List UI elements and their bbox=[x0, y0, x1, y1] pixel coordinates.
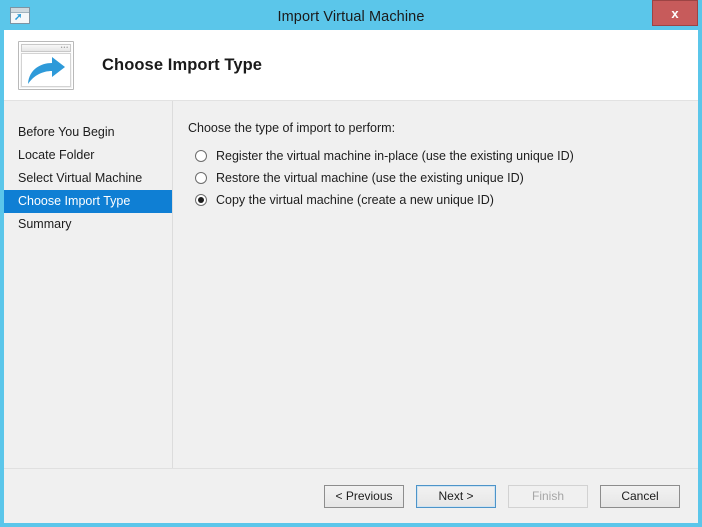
import-virtual-machine-dialog: ➚ Import Virtual Machine x ••• Choose Im… bbox=[0, 0, 702, 527]
import-arrow-window-icon: ••• bbox=[18, 40, 74, 90]
radio-label-copy: Copy the virtual machine (create a new u… bbox=[216, 193, 494, 207]
radio-option-copy[interactable]: Copy the virtual machine (create a new u… bbox=[188, 193, 698, 207]
radio-button-register-icon[interactable] bbox=[195, 150, 207, 162]
page-title: Choose Import Type bbox=[102, 55, 263, 74]
dialog-footer: < Previous Next > Finish Cancel bbox=[4, 468, 698, 523]
sidebar-item-before-you-begin[interactable]: Before You Begin bbox=[4, 121, 172, 144]
cancel-button[interactable]: Cancel bbox=[600, 484, 680, 508]
import-vm-icon: ➚ bbox=[10, 7, 30, 24]
radio-button-restore-icon[interactable] bbox=[195, 172, 207, 184]
blue-arrow-glyph bbox=[28, 56, 65, 84]
next-button[interactable]: Next > bbox=[416, 484, 496, 508]
sidebar-item-locate-folder[interactable]: Locate Folder bbox=[4, 144, 172, 167]
previous-button[interactable]: < Previous bbox=[324, 484, 404, 508]
wizard-header: ••• Choose Import Type bbox=[4, 30, 698, 101]
sidebar-item-select-virtual-machine[interactable]: Select Virtual Machine bbox=[4, 167, 172, 190]
finish-button: Finish bbox=[508, 484, 588, 508]
sidebar-item-summary[interactable]: Summary bbox=[4, 213, 172, 236]
dialog-body: Before You Begin Locate Folder Select Vi… bbox=[4, 101, 698, 468]
import-type-prompt: Choose the type of import to perform: bbox=[188, 121, 396, 135]
radio-label-restore: Restore the virtual machine (use the exi… bbox=[216, 171, 524, 185]
sidebar-item-choose-import-type[interactable]: Choose Import Type bbox=[4, 190, 172, 213]
title-bar: ➚ Import Virtual Machine x bbox=[4, 0, 698, 30]
radio-button-copy-icon[interactable] bbox=[195, 194, 207, 206]
main-content: Choose the type of import to perform: Re… bbox=[173, 101, 698, 468]
radio-label-register-in-place: Register the virtual machine in-place (u… bbox=[216, 149, 574, 163]
radio-option-restore[interactable]: Restore the virtual machine (use the exi… bbox=[188, 171, 698, 185]
radio-option-register-in-place[interactable]: Register the virtual machine in-place (u… bbox=[188, 149, 698, 163]
close-icon[interactable]: x bbox=[652, 0, 698, 26]
window-title: Import Virtual Machine bbox=[277, 9, 425, 25]
wizard-step-list: Before You Begin Locate Folder Select Vi… bbox=[4, 101, 173, 468]
